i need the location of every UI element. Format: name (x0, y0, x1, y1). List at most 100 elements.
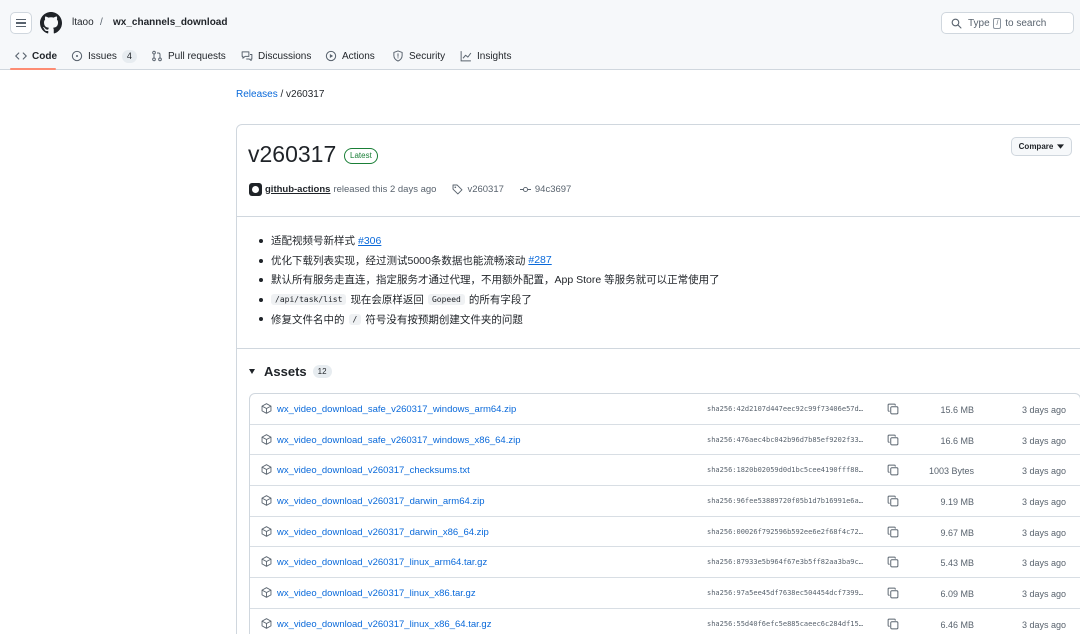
asset-link[interactable]: wx_video_download_v260317_linux_x86_64.t… (277, 619, 491, 630)
package-icon (261, 556, 272, 568)
breadcrumb: Releases / v260317 (236, 89, 324, 100)
divider (237, 216, 1080, 217)
asset-link[interactable]: wx_video_download_safe_v260317_windows_a… (277, 404, 516, 415)
asset-size: 6.09 MB (940, 589, 974, 600)
graph-icon (460, 51, 472, 62)
asset-date: 3 days ago (1021, 405, 1066, 415)
crumb-separator: / (100, 17, 103, 28)
table-row: wx_video_download_v260317_darwin_arm64.z… (250, 486, 1080, 517)
release-card: v260317 Latest Compare github-actions re… (236, 124, 1080, 634)
tab-discussions[interactable]: Discussions (241, 42, 311, 70)
tab-code[interactable]: Code (15, 42, 57, 70)
list-item: /api/task/list 现在会原样返回 Gopeed 的所有字段了 (259, 290, 720, 310)
tab-insights[interactable]: Insights (460, 42, 511, 70)
author-link[interactable]: github-actions (265, 184, 330, 195)
table-row: wx_video_download_safe_v260317_windows_a… (250, 394, 1080, 425)
asset-link[interactable]: wx_video_download_v260317_darwin_arm64.z… (277, 496, 485, 507)
assets-list: wx_video_download_safe_v260317_windows_a… (249, 393, 1080, 634)
package-icon (261, 495, 272, 506)
caret-down-icon (249, 369, 255, 374)
asset-size: 9.19 MB (940, 497, 974, 508)
asset-link[interactable]: wx_video_download_safe_v260317_windows_x… (277, 435, 520, 446)
asset-link[interactable]: wx_video_download_v260317_linux_x86.tar.… (277, 588, 476, 599)
copy-icon[interactable] (887, 464, 899, 476)
asset-date: 3 days ago (1021, 589, 1066, 600)
tab-actions[interactable]: Actions (325, 42, 375, 70)
copy-icon[interactable] (887, 587, 899, 599)
asset-sha256: sha256:476aec4bc042b96d7b85ef9202f33… (707, 435, 863, 444)
asset-sha256: sha256:42d2107d447eec92c99f73406e57d… (707, 405, 863, 413)
tab-security[interactable]: Security (392, 42, 445, 70)
repo-name-link[interactable]: wx_channels_download (113, 17, 227, 28)
asset-sha256: sha256:96fee53889720f05b1d7b16991e6a… (707, 497, 863, 506)
package-icon (261, 618, 272, 629)
latest-badge: Latest (344, 148, 378, 164)
copy-icon[interactable] (887, 434, 899, 446)
asset-size: 5.43 MB (940, 558, 974, 569)
asset-sha256: sha256:1820b02059d0d1bc5cee4190fff88… (707, 466, 863, 475)
tag-link[interactable]: v260317 (452, 184, 504, 195)
assets-counter: 12 (312, 365, 332, 378)
asset-link[interactable]: wx_video_download_v260317_darwin_x86_64.… (277, 527, 489, 538)
package-icon (261, 525, 272, 537)
assets-toggle[interactable]: Assets 12 (249, 364, 332, 379)
table-row: wx_video_download_v260317_linux_x86.tar.… (250, 578, 1080, 609)
compare-button[interactable]: Compare (1011, 137, 1072, 156)
copy-icon[interactable] (887, 556, 899, 568)
asset-date: 3 days ago (1021, 527, 1066, 538)
pull-request-icon (152, 50, 162, 62)
asset-link[interactable]: wx_video_download_v260317_checksums.txt (277, 465, 470, 476)
asset-link[interactable]: wx_video_download_v260317_linux_arm64.ta… (277, 557, 487, 568)
asset-date: 3 days ago (1021, 619, 1066, 630)
commit-icon (519, 186, 531, 192)
copy-icon[interactable] (887, 495, 899, 507)
release-notes: 适配视频号新样式 #306 优化下载列表实现，经过测试5000条数据也能流畅滚动 #… (259, 231, 720, 329)
list-item: 修复文件名中的 / 符号没有按预期创建文件夹的问题 (259, 309, 720, 329)
table-row: wx_video_download_v260317_linux_arm64.ta… (250, 547, 1080, 579)
asset-size: 9.67 MB (940, 527, 974, 538)
copy-icon[interactable] (887, 526, 899, 538)
issue-link-287[interactable]: #287 (528, 254, 551, 266)
discussions-icon (241, 51, 253, 61)
tab-pull-requests[interactable]: Pull requests (151, 42, 226, 70)
asset-sha256: sha256:97a5ee45df7638ec504454dcf7399… (707, 589, 863, 598)
issue-link-306[interactable]: #306 (358, 235, 381, 247)
inline-code: /api/task/list (271, 294, 347, 306)
inline-code: / (348, 313, 362, 325)
package-icon (261, 464, 272, 476)
hamburger-menu-button[interactable] (10, 12, 32, 34)
copy-icon[interactable] (887, 618, 899, 630)
list-item: 优化下载列表实现，经过测试5000条数据也能流畅滚动 #287 (259, 251, 720, 271)
asset-sha256: sha256:00026f792596b592ee6e2f68f4c72… (707, 527, 863, 536)
play-icon (325, 50, 337, 62)
avatar[interactable] (249, 182, 262, 196)
release-meta: github-actions released this 2 days ago … (249, 182, 571, 196)
repo-owner-link[interactable]: ltaoo (72, 17, 94, 28)
search-input[interactable]: Type / to search (941, 12, 1074, 34)
asset-sha256: sha256:87933e5b964f67e3b5ff82aa3ba9c… (707, 558, 863, 567)
asset-date: 3 days ago (1021, 497, 1066, 508)
assets-title: Assets (264, 364, 307, 379)
search-icon (951, 18, 962, 29)
copy-icon[interactable] (887, 403, 899, 415)
inline-code: Gopeed (427, 294, 465, 306)
tab-issues[interactable]: Issues 4 (71, 42, 137, 70)
asset-date: 3 days ago (1021, 466, 1066, 477)
repo-header: ltaoo / wx_channels_download Type / to s… (0, 0, 1080, 70)
tag-icon (452, 184, 463, 194)
search-placeholder: Type / to search (968, 18, 1047, 29)
github-logo-icon[interactable] (40, 12, 62, 34)
release-title: v260317 (248, 141, 337, 167)
table-row: wx_video_download_v260317_checksums.txt … (250, 455, 1080, 487)
asset-size: 16.6 MB (940, 435, 974, 446)
releases-link[interactable]: Releases (236, 89, 278, 100)
asset-size: 15.6 MB (940, 405, 974, 415)
asset-date: 3 days ago (1021, 558, 1066, 569)
chevron-down-icon (1057, 144, 1065, 149)
issues-counter: 4 (121, 49, 137, 63)
commit-link[interactable]: 94c3697 (519, 184, 571, 195)
issue-icon (71, 50, 83, 62)
package-icon (261, 587, 272, 598)
code-icon (15, 52, 27, 60)
active-tab-indicator (10, 68, 56, 70)
